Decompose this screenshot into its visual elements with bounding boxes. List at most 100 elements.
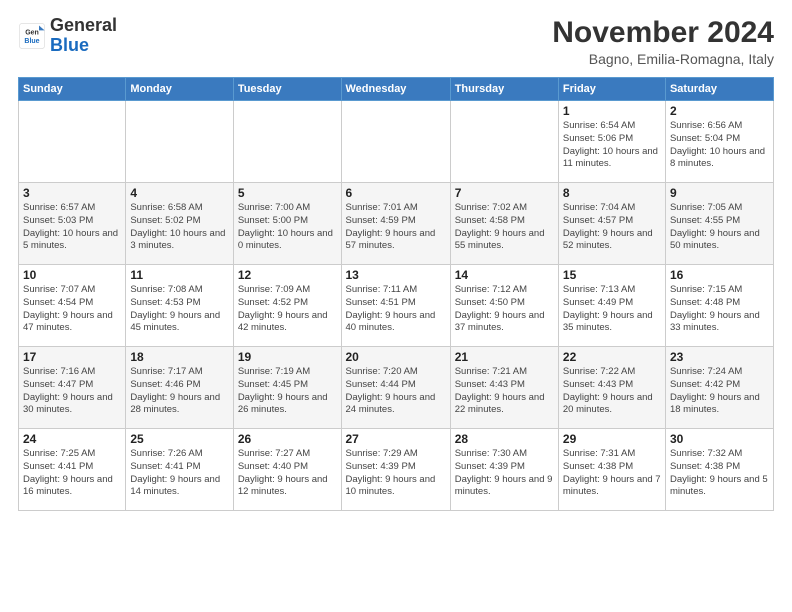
day-info: Sunrise: 7:04 AM Sunset: 4:57 PM Dayligh…: [563, 202, 661, 253]
day-cell: 1 Sunrise: 6:54 AM Sunset: 5:06 PM Daylig…: [558, 101, 665, 183]
day-info: Sunrise: 7:25 AM Sunset: 4:41 PM Dayligh…: [23, 448, 121, 499]
day-info: Sunrise: 7:22 AM Sunset: 4:43 PM Dayligh…: [563, 366, 661, 417]
day-info: Sunrise: 7:20 AM Sunset: 4:44 PM Dayligh…: [346, 366, 446, 417]
day-number: 4: [130, 186, 228, 200]
day-info: Sunrise: 7:29 AM Sunset: 4:39 PM Dayligh…: [346, 448, 446, 499]
day-info: Sunrise: 7:19 AM Sunset: 4:45 PM Dayligh…: [238, 366, 337, 417]
day-info: Sunrise: 6:54 AM Sunset: 5:06 PM Dayligh…: [563, 120, 661, 171]
day-info: Sunrise: 7:13 AM Sunset: 4:49 PM Dayligh…: [563, 284, 661, 335]
day-info: Sunrise: 7:02 AM Sunset: 4:58 PM Dayligh…: [455, 202, 554, 253]
day-cell: 2Sunrise: 6:56 AM Sunset: 5:04 PM Daylig…: [665, 101, 773, 183]
week-row-4: 17 Sunrise: 7:16 AM Sunset: 4:47 PM Dayli…: [19, 347, 774, 429]
day-number: 22: [563, 350, 661, 364]
logo-text: General Blue: [50, 16, 117, 56]
day-info: Sunrise: 6:58 AM Sunset: 5:02 PM Dayligh…: [130, 202, 228, 253]
day-number: 7: [455, 186, 554, 200]
day-info: Sunrise: 7:01 AM Sunset: 4:59 PM Dayligh…: [346, 202, 446, 253]
day-cell: 5 Sunrise: 7:00 AM Sunset: 5:00 PM Daylig…: [233, 183, 341, 265]
day-info: Sunrise: 7:16 AM Sunset: 4:47 PM Dayligh…: [23, 366, 121, 417]
day-cell: 11 Sunrise: 7:08 AM Sunset: 4:53 PM Dayli…: [126, 265, 233, 347]
logo: Gen Blue General Blue: [18, 16, 117, 56]
calendar-table: Sunday Monday Tuesday Wednesday Thursday…: [18, 77, 774, 511]
day-cell: 24 Sunrise: 7:25 AM Sunset: 4:41 PM Dayli…: [19, 429, 126, 511]
day-info: Sunrise: 7:11 AM Sunset: 4:51 PM Dayligh…: [346, 284, 446, 335]
day-cell: 4 Sunrise: 6:58 AM Sunset: 5:02 PM Daylig…: [126, 183, 233, 265]
day-number: 12: [238, 268, 337, 282]
day-cell: 23Sunrise: 7:24 AM Sunset: 4:42 PM Dayli…: [665, 347, 773, 429]
day-number: 6: [346, 186, 446, 200]
day-info: Sunrise: 7:30 AM Sunset: 4:39 PM Dayligh…: [455, 448, 554, 499]
day-cell: 12 Sunrise: 7:09 AM Sunset: 4:52 PM Dayli…: [233, 265, 341, 347]
day-cell: 6 Sunrise: 7:01 AM Sunset: 4:59 PM Daylig…: [341, 183, 450, 265]
day-number: 5: [238, 186, 337, 200]
day-cell: 26 Sunrise: 7:27 AM Sunset: 4:40 PM Dayli…: [233, 429, 341, 511]
day-number: 18: [130, 350, 228, 364]
header-wednesday: Wednesday: [341, 78, 450, 101]
day-number: 17: [23, 350, 121, 364]
day-info: Sunrise: 7:32 AM Sunset: 4:38 PM Dayligh…: [670, 448, 769, 499]
day-number: 19: [238, 350, 337, 364]
header-monday: Monday: [126, 78, 233, 101]
header-saturday: Saturday: [665, 78, 773, 101]
day-cell: 7 Sunrise: 7:02 AM Sunset: 4:58 PM Daylig…: [450, 183, 558, 265]
day-number: 9: [670, 186, 769, 200]
day-cell: 19 Sunrise: 7:19 AM Sunset: 4:45 PM Dayli…: [233, 347, 341, 429]
svg-text:Gen: Gen: [25, 29, 39, 36]
day-info: Sunrise: 7:26 AM Sunset: 4:41 PM Dayligh…: [130, 448, 228, 499]
day-number: 25: [130, 432, 228, 446]
day-info: Sunrise: 6:57 AM Sunset: 5:03 PM Dayligh…: [23, 202, 121, 253]
svg-text:Blue: Blue: [24, 38, 39, 45]
day-cell: 16 Sunrise: 7:15 AM Sunset: 4:48 PM Dayli…: [665, 265, 773, 347]
day-info: Sunrise: 7:31 AM Sunset: 4:38 PM Dayligh…: [563, 448, 661, 499]
location-subtitle: Bagno, Emilia-Romagna, Italy: [552, 51, 774, 67]
day-number: 14: [455, 268, 554, 282]
day-number: 28: [455, 432, 554, 446]
day-cell: [19, 101, 126, 183]
logo-blue: Blue: [50, 35, 89, 55]
title-block: November 2024 Bagno, Emilia-Romagna, Ita…: [552, 16, 774, 67]
header-thursday: Thursday: [450, 78, 558, 101]
day-number: 30: [670, 432, 769, 446]
day-cell: 8Sunrise: 7:04 AM Sunset: 4:57 PM Daylig…: [558, 183, 665, 265]
day-cell: 30 Sunrise: 7:32 AM Sunset: 4:38 PM Dayli…: [665, 429, 773, 511]
day-info: Sunrise: 7:27 AM Sunset: 4:40 PM Dayligh…: [238, 448, 337, 499]
logo-icon: Gen Blue: [18, 22, 46, 50]
week-row-2: 3Sunrise: 6:57 AM Sunset: 5:03 PM Daylig…: [19, 183, 774, 265]
day-number: 11: [130, 268, 228, 282]
day-number: 26: [238, 432, 337, 446]
day-number: 15: [563, 268, 661, 282]
day-cell: 22 Sunrise: 7:22 AM Sunset: 4:43 PM Dayli…: [558, 347, 665, 429]
day-cell: 18Sunrise: 7:17 AM Sunset: 4:46 PM Dayli…: [126, 347, 233, 429]
day-info: Sunrise: 7:00 AM Sunset: 5:00 PM Dayligh…: [238, 202, 337, 253]
week-row-3: 10Sunrise: 7:07 AM Sunset: 4:54 PM Dayli…: [19, 265, 774, 347]
header-sunday: Sunday: [19, 78, 126, 101]
day-number: 21: [455, 350, 554, 364]
day-number: 13: [346, 268, 446, 282]
day-cell: [341, 101, 450, 183]
day-cell: [126, 101, 233, 183]
day-info: Sunrise: 7:08 AM Sunset: 4:53 PM Dayligh…: [130, 284, 228, 335]
day-cell: 21Sunrise: 7:21 AM Sunset: 4:43 PM Dayli…: [450, 347, 558, 429]
day-number: 16: [670, 268, 769, 282]
day-cell: 29 Sunrise: 7:31 AM Sunset: 4:38 PM Dayli…: [558, 429, 665, 511]
day-cell: [233, 101, 341, 183]
day-info: Sunrise: 7:09 AM Sunset: 4:52 PM Dayligh…: [238, 284, 337, 335]
day-info: Sunrise: 7:15 AM Sunset: 4:48 PM Dayligh…: [670, 284, 769, 335]
day-cell: 15 Sunrise: 7:13 AM Sunset: 4:49 PM Dayli…: [558, 265, 665, 347]
day-number: 1: [563, 104, 661, 118]
day-cell: 13 Sunrise: 7:11 AM Sunset: 4:51 PM Dayli…: [341, 265, 450, 347]
day-info: Sunrise: 7:07 AM Sunset: 4:54 PM Dayligh…: [23, 284, 121, 335]
day-number: 27: [346, 432, 446, 446]
day-number: 29: [563, 432, 661, 446]
day-info: Sunrise: 7:12 AM Sunset: 4:50 PM Dayligh…: [455, 284, 554, 335]
day-cell: 14 Sunrise: 7:12 AM Sunset: 4:50 PM Dayli…: [450, 265, 558, 347]
day-cell: 10Sunrise: 7:07 AM Sunset: 4:54 PM Dayli…: [19, 265, 126, 347]
header-friday: Friday: [558, 78, 665, 101]
day-cell: 9 Sunrise: 7:05 AM Sunset: 4:55 PM Daylig…: [665, 183, 773, 265]
day-number: 20: [346, 350, 446, 364]
day-info: Sunrise: 7:05 AM Sunset: 4:55 PM Dayligh…: [670, 202, 769, 253]
page-header: Gen Blue General Blue November 2024 Bagn…: [18, 16, 774, 67]
week-row-1: 1 Sunrise: 6:54 AM Sunset: 5:06 PM Daylig…: [19, 101, 774, 183]
day-cell: 27 Sunrise: 7:29 AM Sunset: 4:39 PM Dayli…: [341, 429, 450, 511]
day-number: 24: [23, 432, 121, 446]
